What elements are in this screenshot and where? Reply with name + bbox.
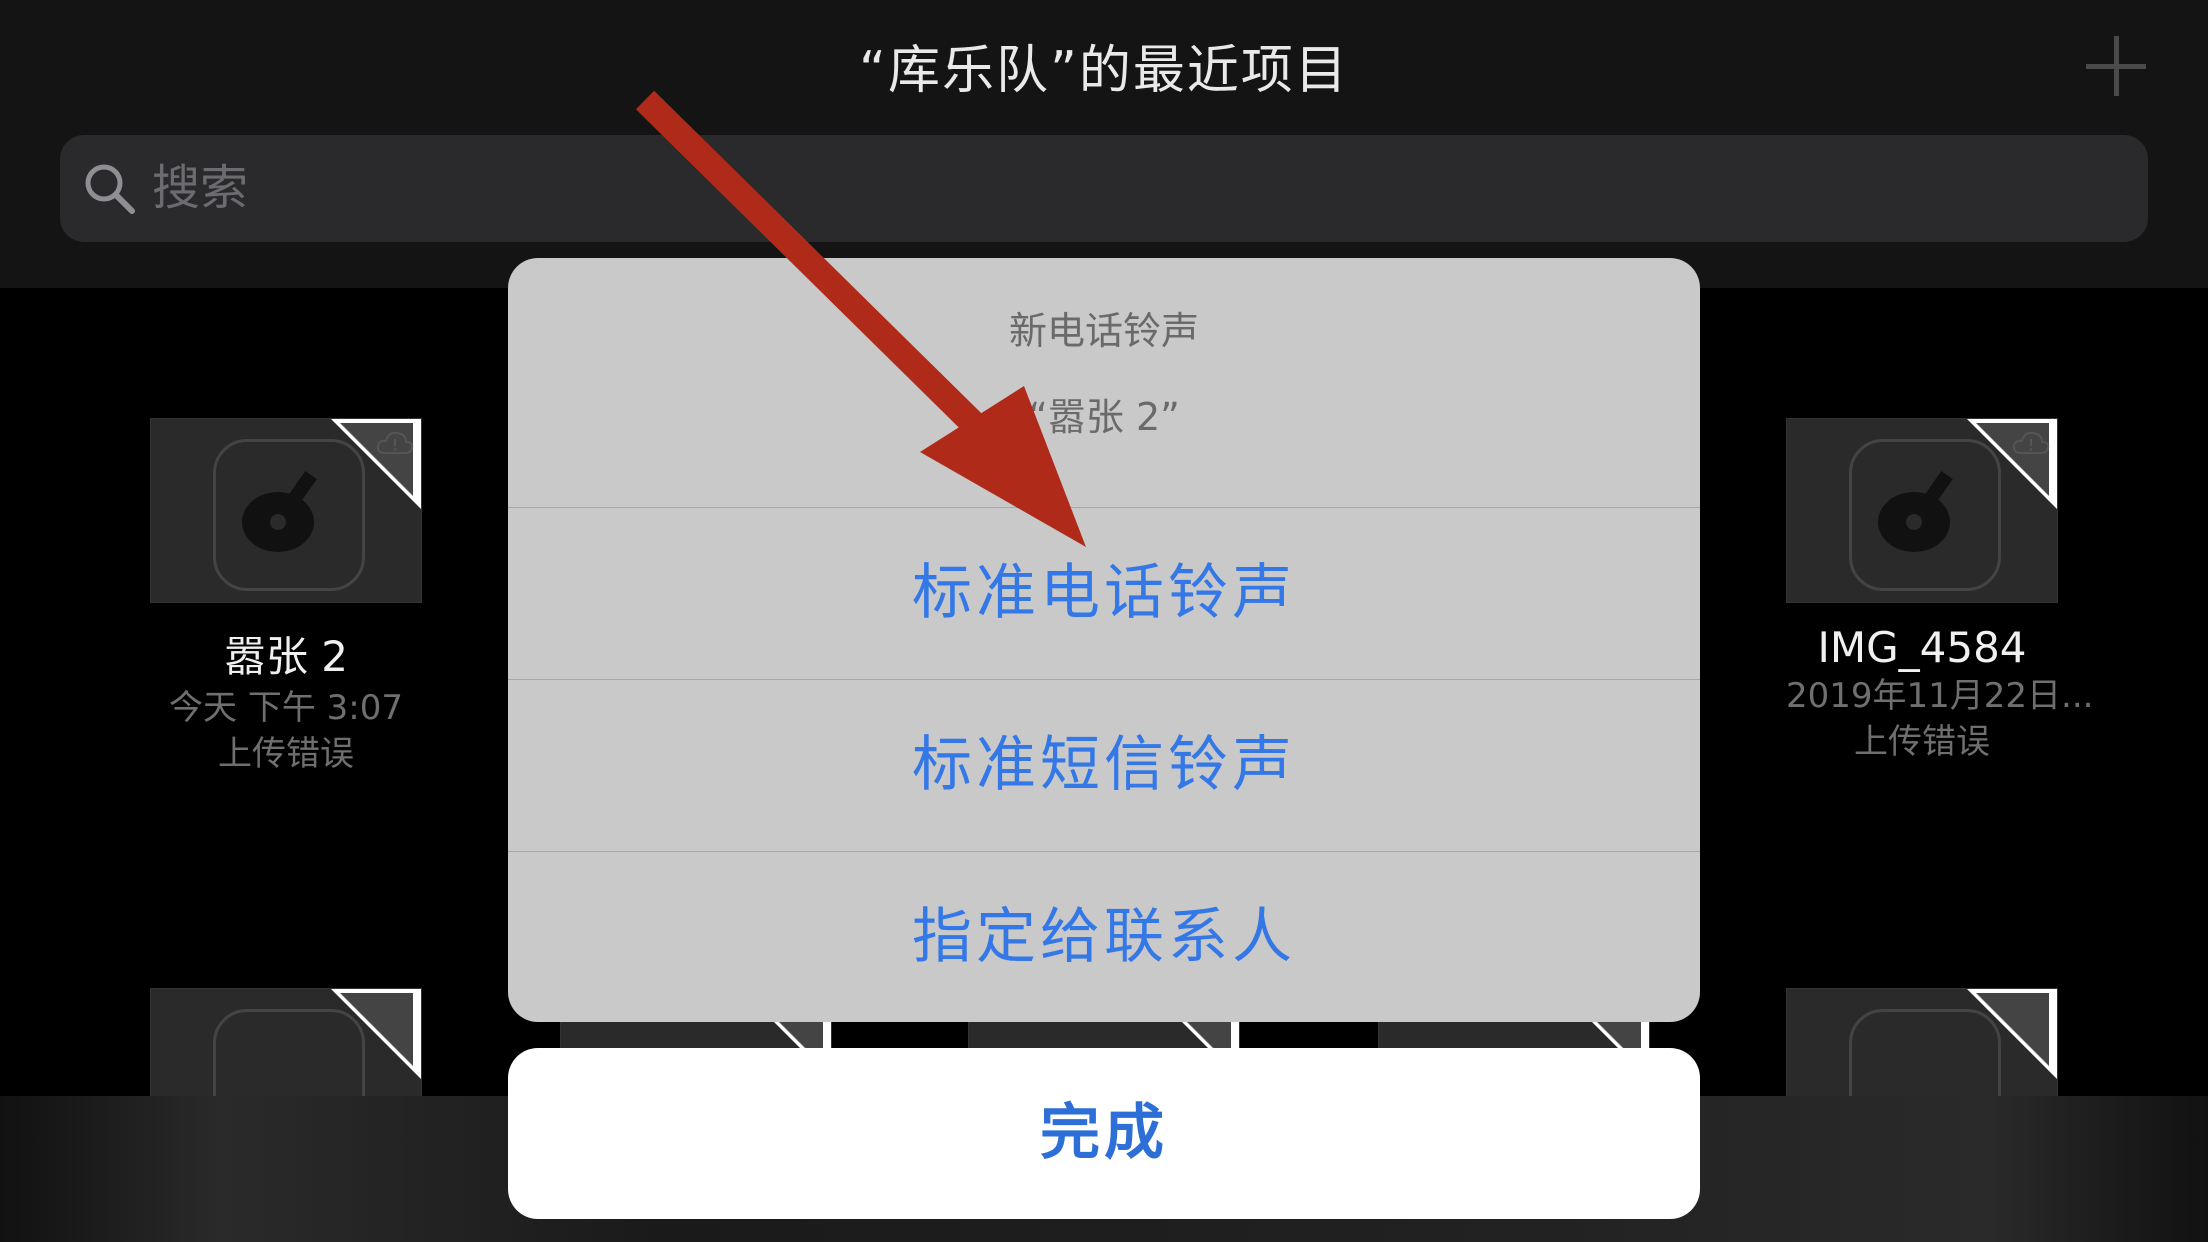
- annotation-arrow-icon: [635, 90, 1086, 547]
